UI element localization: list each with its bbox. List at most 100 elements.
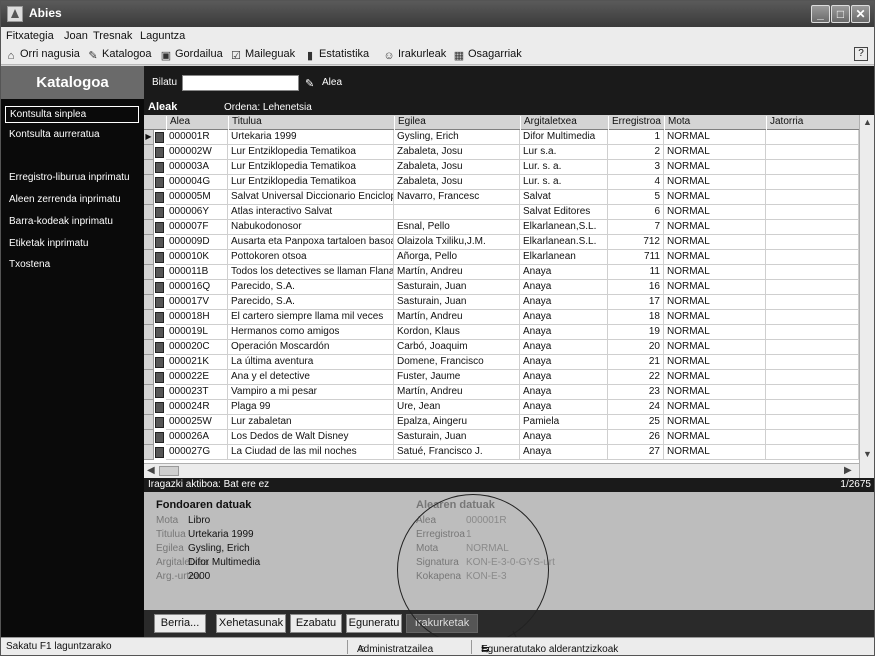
cell-titulua[interactable]: Vampiro a mi pesar [228, 385, 394, 400]
row-indicator[interactable] [144, 370, 154, 385]
cell-jatorria[interactable] [766, 400, 859, 415]
menu-tresnak[interactable]: Tresnak [93, 30, 132, 42]
row-indicator[interactable] [144, 160, 154, 175]
cell-mota[interactable]: NORMAL [664, 400, 766, 415]
cell-erregistroa[interactable]: 26 [608, 430, 664, 445]
cell-mota[interactable]: NORMAL [664, 130, 766, 145]
search-input[interactable] [182, 75, 299, 91]
cell-mota[interactable]: NORMAL [664, 190, 766, 205]
cell-argitaletxea[interactable]: Anaya [520, 310, 608, 325]
row-indicator[interactable] [144, 310, 154, 325]
cell-erregistroa[interactable]: 16 [608, 280, 664, 295]
cell-titulua[interactable]: El cartero siempre llama mil veces [228, 310, 394, 325]
cell-argitaletxea[interactable]: Anaya [520, 370, 608, 385]
scroll-left-icon[interactable]: ◀ [147, 465, 155, 476]
cell-jatorria[interactable] [766, 160, 859, 175]
cell-alea[interactable]: 000019L [166, 325, 228, 340]
cell-titulua[interactable]: Pottokoren otsoa [228, 250, 394, 265]
cell-erregistroa[interactable]: 2 [608, 145, 664, 160]
table-row[interactable]: 000005M Salvat Universal Diccionario Enci… [144, 190, 859, 205]
row-indicator[interactable] [144, 325, 154, 340]
column-header-alea[interactable]: Alea [166, 116, 228, 130]
cell-mota[interactable]: NORMAL [664, 220, 766, 235]
cell-argitaletxea[interactable]: Anaya [520, 385, 608, 400]
cell-egilea[interactable]: Fuster, Jaume [394, 370, 520, 385]
cell-mota[interactable]: NORMAL [664, 385, 766, 400]
cell-egilea[interactable]: Zabaleta, Josu [394, 145, 520, 160]
table-row[interactable]: 000023T Vampiro a mi pesar Martín, Andreu A… [144, 385, 859, 400]
cell-jatorria[interactable] [766, 235, 859, 250]
horizontal-scrollbar[interactable]: ◀ ▶ [144, 463, 859, 478]
cell-titulua[interactable]: Atlas interactivo Salvat [228, 205, 394, 220]
readings-button[interactable]: Irakurketak [406, 614, 478, 633]
cell-alea[interactable]: 000010K [166, 250, 228, 265]
cell-jatorria[interactable] [766, 130, 859, 145]
scroll-up-icon[interactable]: ▲ [863, 117, 872, 127]
table-row[interactable]: 000003A Lur Entziklopedia Tematikoa Zabale… [144, 160, 859, 175]
table-row[interactable]: 000009D Ausarta eta Panpoxa tartaloen bas… [144, 235, 859, 250]
toolbar-irakurleak[interactable]: ☺ Irakurleak [383, 48, 446, 62]
search-field-label[interactable]: Alea [322, 77, 342, 88]
row-indicator[interactable] [144, 400, 154, 415]
cell-alea[interactable]: 000007F [166, 220, 228, 235]
cell-erregistroa[interactable]: 23 [608, 385, 664, 400]
table-row[interactable]: 000025W Lur zabaletan Epalza, Aingeru Pamie… [144, 415, 859, 430]
menu-laguntza[interactable]: Laguntza [140, 30, 185, 42]
cell-alea[interactable]: 000021K [166, 355, 228, 370]
cell-argitaletxea[interactable]: Anaya [520, 445, 608, 460]
cell-titulua[interactable]: Salvat Universal Diccionario Enciclopédi [228, 190, 394, 205]
cell-erregistroa[interactable]: 17 [608, 295, 664, 310]
cell-mota[interactable]: NORMAL [664, 415, 766, 430]
menu-fitxategia[interactable]: Fitxategia [6, 30, 54, 42]
cell-titulua[interactable]: Nabukodonosor [228, 220, 394, 235]
cell-alea[interactable]: 000017V [166, 295, 228, 310]
cell-argitaletxea[interactable]: Elkarlanean [520, 250, 608, 265]
cell-alea[interactable]: 000009D [166, 235, 228, 250]
table-row[interactable]: 000022E Ana y el detective Fuster, Jaume An… [144, 370, 859, 385]
maximize-button[interactable]: □ [831, 5, 850, 23]
cell-titulua[interactable]: La Ciudad de las mil noches [228, 445, 394, 460]
cell-jatorria[interactable] [766, 415, 859, 430]
cell-jatorria[interactable] [766, 145, 859, 160]
row-indicator[interactable]: ▶ [144, 130, 154, 145]
scroll-right-icon[interactable]: ▶ [844, 465, 852, 476]
cell-argitaletxea[interactable]: Anaya [520, 340, 608, 355]
cell-alea[interactable]: 000023T [166, 385, 228, 400]
column-header-jatorria[interactable]: Jatorria [766, 116, 859, 130]
sidebar-item-etiketak[interactable]: Etiketak inprimatu [5, 236, 139, 251]
cell-alea[interactable]: 000011B [166, 265, 228, 280]
cell-egilea[interactable]: Ure, Jean [394, 400, 520, 415]
cell-egilea[interactable]: Martín, Andreu [394, 385, 520, 400]
row-indicator[interactable] [144, 280, 154, 295]
toolbar-estatistika[interactable]: ▮ Estatistika [304, 48, 369, 62]
cell-alea[interactable]: 000002W [166, 145, 228, 160]
cell-egilea[interactable]: Epalza, Aingeru [394, 415, 520, 430]
row-indicator[interactable] [144, 340, 154, 355]
cell-egilea[interactable]: Gysling, Erich [394, 130, 520, 145]
table-row[interactable]: 000002W Lur Entziklopedia Tematikoa Zabale… [144, 145, 859, 160]
cell-erregistroa[interactable]: 712 [608, 235, 664, 250]
cell-titulua[interactable]: Lur Entziklopedia Tematikoa [228, 175, 394, 190]
cell-titulua[interactable]: Ana y el detective [228, 370, 394, 385]
toolbar-gordailua[interactable]: ▣ Gordailua [160, 48, 223, 62]
cell-erregistroa[interactable]: 3 [608, 160, 664, 175]
cell-erregistroa[interactable]: 711 [608, 250, 664, 265]
cell-egilea[interactable]: Domene, Francisco [394, 355, 520, 370]
cell-egilea[interactable]: Zabaleta, Josu [394, 175, 520, 190]
cell-argitaletxea[interactable]: Anaya [520, 295, 608, 310]
cell-erregistroa[interactable]: 1 [608, 130, 664, 145]
cell-mota[interactable]: NORMAL [664, 160, 766, 175]
cell-argitaletxea[interactable]: Difor Multimedia [520, 130, 608, 145]
minimize-button[interactable]: _ [811, 5, 830, 23]
cell-egilea[interactable] [394, 205, 520, 220]
row-indicator[interactable] [144, 175, 154, 190]
cell-titulua[interactable]: Lur Entziklopedia Tematikoa [228, 160, 394, 175]
cell-alea[interactable]: 000004G [166, 175, 228, 190]
vertical-scrollbar[interactable]: ▲ ▼ [859, 115, 874, 478]
cell-egilea[interactable]: Añorga, Pello [394, 250, 520, 265]
close-button[interactable]: ✕ [851, 5, 870, 23]
cell-erregistroa[interactable]: 5 [608, 190, 664, 205]
column-header-erregistroa[interactable]: Erregistroa [608, 116, 664, 130]
row-indicator[interactable] [144, 250, 154, 265]
cell-jatorria[interactable] [766, 445, 859, 460]
